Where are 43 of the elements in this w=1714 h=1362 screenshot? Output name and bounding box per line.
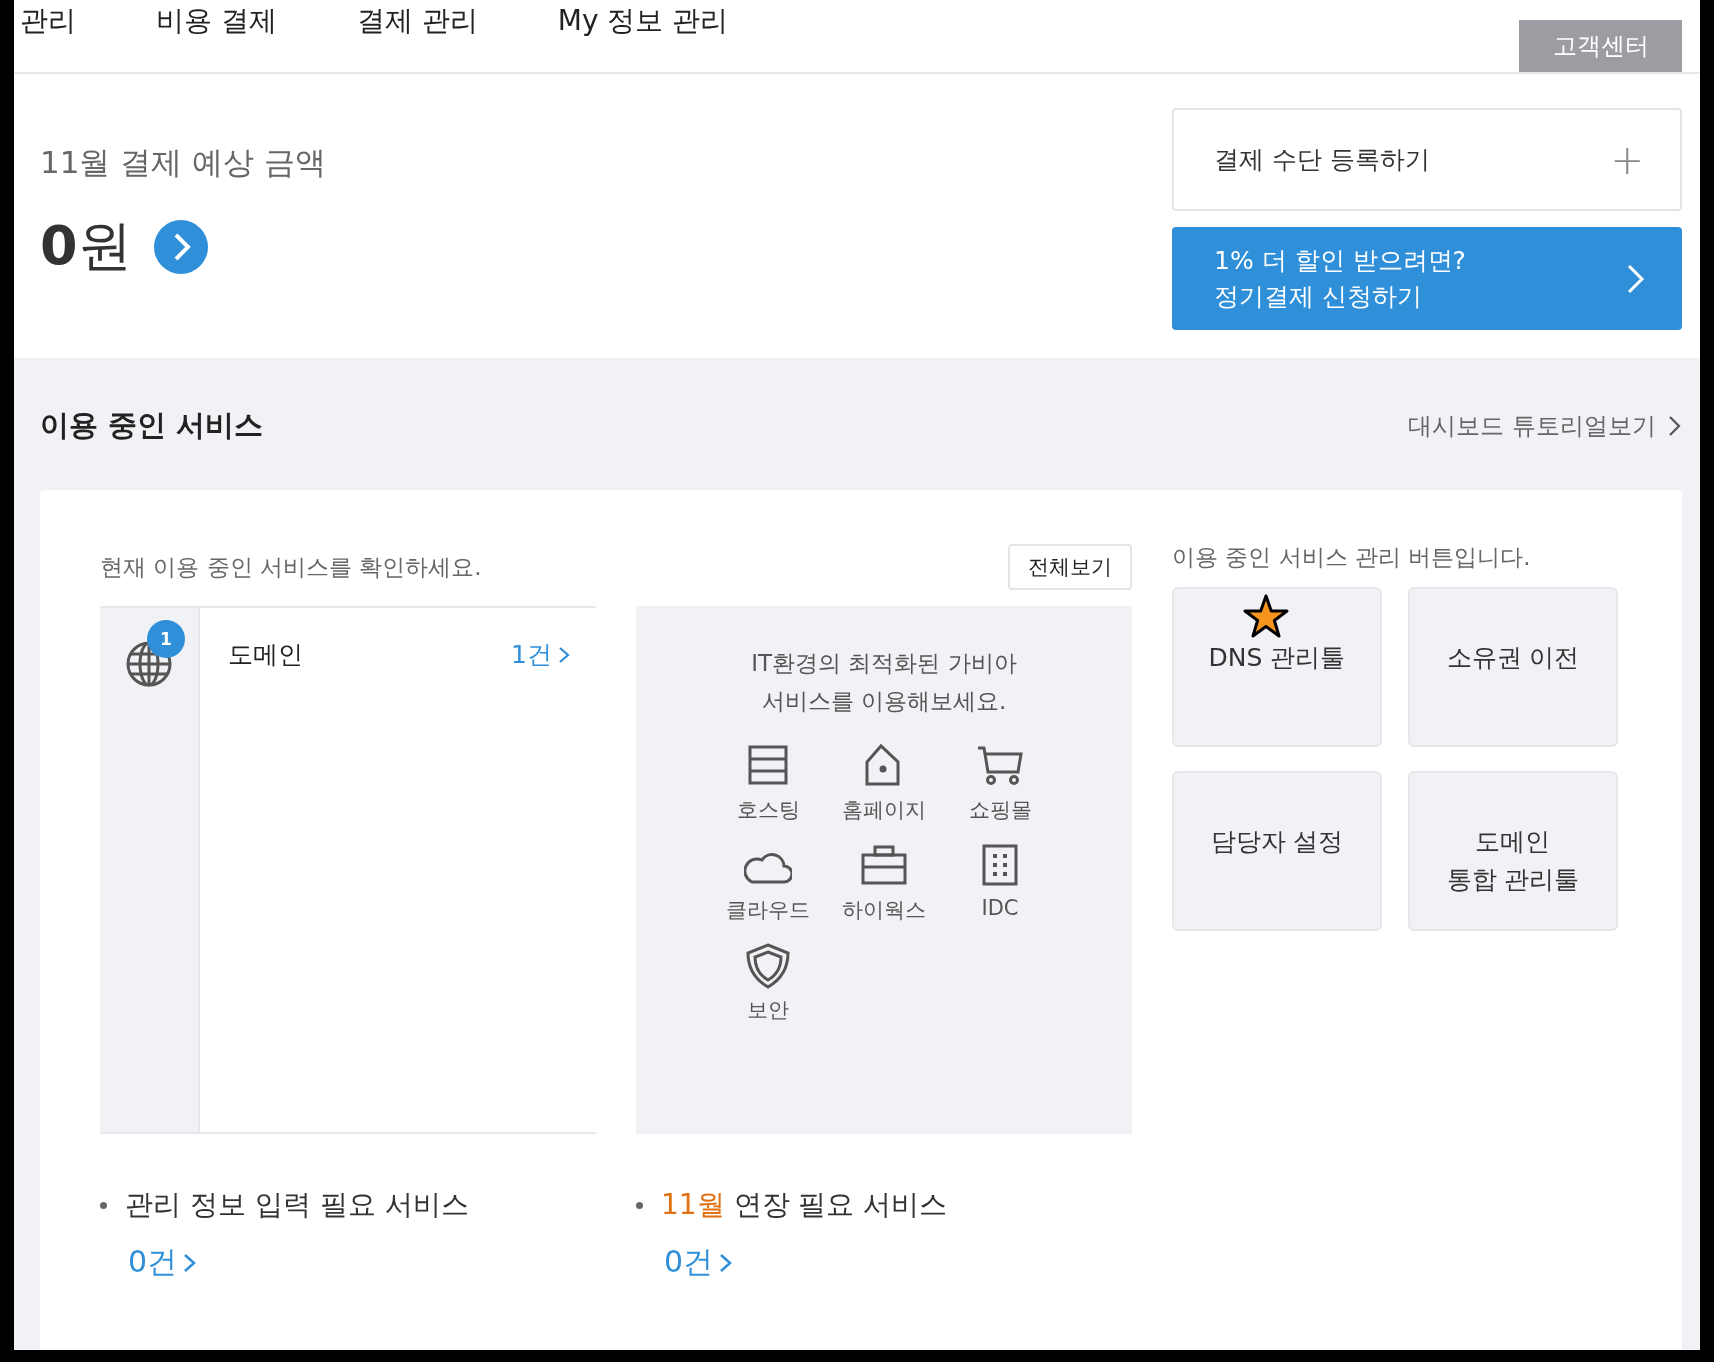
section-title: 이용 중인 서비스: [40, 407, 264, 444]
manage-button[interactable]: DNS 관리툴: [1172, 587, 1382, 747]
catalog-item[interactable]: 보안: [710, 942, 826, 1024]
count-badge: 1: [147, 620, 185, 658]
catalog-item[interactable]: 홈페이지: [826, 742, 942, 824]
manage-button[interactable]: 도메인 통합 관리툴: [1408, 771, 1618, 931]
notice-title: 11월 연장 필요 서비스: [661, 1187, 948, 1223]
bullet-icon: [100, 1201, 107, 1209]
count-link[interactable]: 0건: [664, 1242, 1122, 1283]
billing-title: 11월 결제 예상 금액: [40, 143, 326, 182]
nav-link[interactable]: 비용 결제: [156, 4, 277, 38]
chevron-circle-icon: [153, 219, 208, 274]
chevron-right-icon: [1626, 262, 1646, 295]
shield-icon: [744, 942, 792, 990]
register-payment-button[interactable]: 결제 수단 등록하기 +: [1172, 108, 1682, 211]
chevron-right-icon: [558, 644, 570, 665]
tutorial-link[interactable]: 대시보드 튜토리얼보기: [1408, 410, 1682, 442]
notice-title: 관리 정보 입력 필요 서비스: [125, 1187, 469, 1223]
promo-line: 정기결제 신청하기: [1214, 280, 1423, 313]
promo-line: 1% 더 할인 받으려면?: [1214, 244, 1466, 277]
intro-text: 현재 이용 중인 서비스를 확인하세요.: [100, 552, 482, 582]
nav-link[interactable]: 관리: [20, 4, 76, 38]
service-name: 도메인: [228, 639, 303, 671]
amount-text: 0원: [40, 213, 132, 279]
bullet-icon: [636, 1201, 643, 1209]
catalog-item[interactable]: 쇼핑몰: [942, 742, 1058, 824]
chevron-right-icon: [1668, 414, 1682, 438]
manage-button[interactable]: 소유권 이전: [1408, 587, 1618, 747]
nav-link[interactable]: My 정보 관리: [557, 4, 729, 38]
catalog-item[interactable]: IDC: [942, 842, 1058, 924]
catalog-item[interactable]: 클라우드: [710, 842, 826, 924]
nav-link[interactable]: 결제 관리: [356, 4, 478, 38]
plus-icon: +: [1610, 136, 1644, 183]
view-all-button[interactable]: 전체보기: [1008, 544, 1132, 590]
count-link[interactable]: 0건: [128, 1242, 586, 1283]
count-link[interactable]: 1건: [511, 638, 570, 671]
promo-text: IT환경의 최적화된 가비아 서비스를 이용해보세요.: [751, 649, 1017, 716]
manage-button[interactable]: 담당자 설정: [1172, 771, 1382, 931]
register-payment-label: 결제 수단 등록하기: [1214, 144, 1430, 176]
intro-text: 이용 중인 서비스 관리 버튼입니다.: [1172, 543, 1532, 572]
subscription-button[interactable]: 1% 더 할인 받으려면? 정기결제 신청하기: [1172, 227, 1682, 330]
catalog-item[interactable]: 하이웍스: [826, 842, 942, 924]
catalog-item[interactable]: 호스팅: [710, 742, 826, 824]
